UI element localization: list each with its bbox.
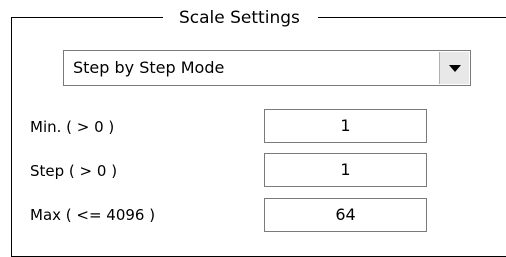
mode-dropdown-value: Step by Step Mode [73,58,225,77]
max-input[interactable]: 64 [264,198,427,232]
dropdown-button[interactable] [439,52,469,84]
group-title: Scale Settings [163,6,318,30]
mode-dropdown[interactable]: Step by Step Mode [63,50,471,86]
min-label: Min. ( > 0 ) [30,118,115,136]
step-input[interactable]: 1 [264,153,427,187]
max-label: Max ( <= 4096 ) [30,206,156,224]
chevron-down-icon [449,65,461,72]
step-label: Step ( > 0 ) [30,162,118,180]
min-input[interactable]: 1 [264,109,427,143]
